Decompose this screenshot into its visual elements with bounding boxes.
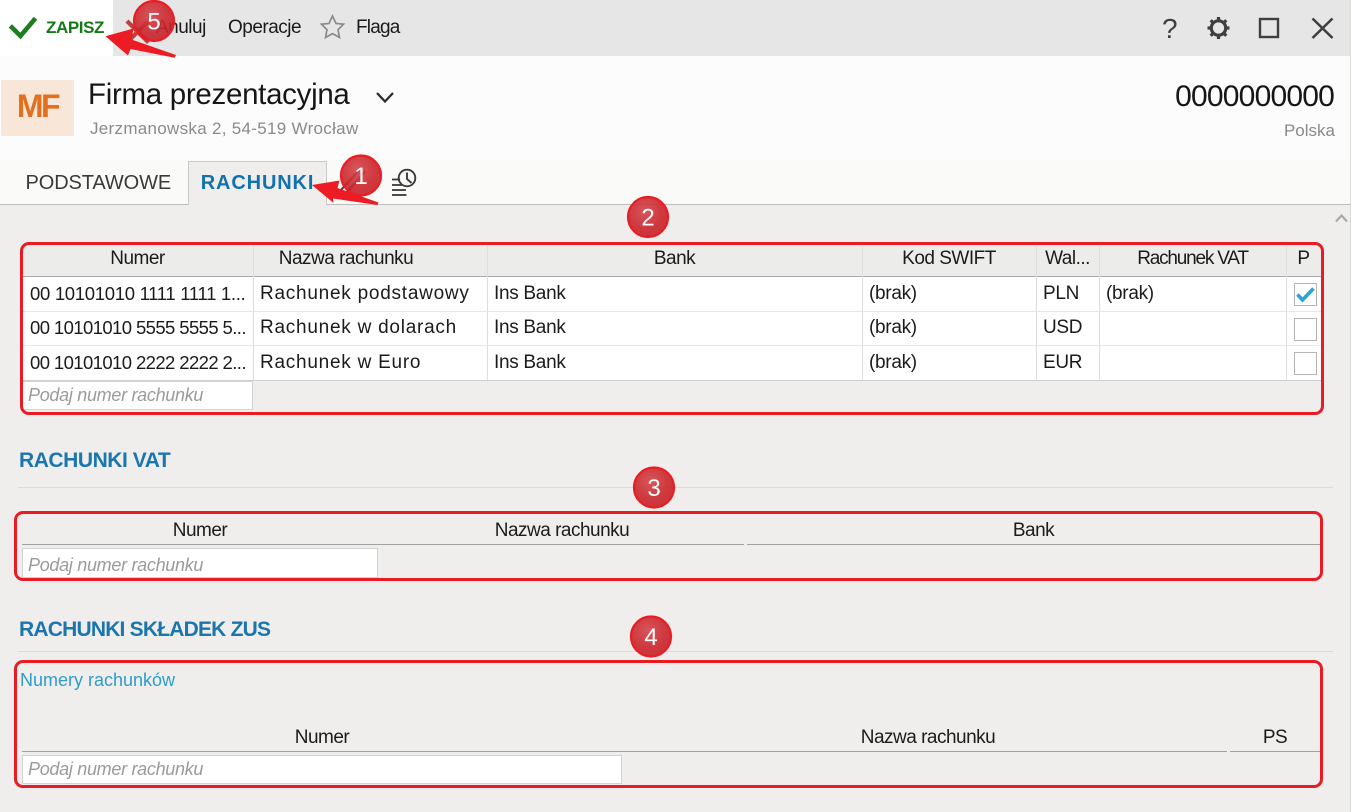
svg-text:3: 3 xyxy=(647,475,660,502)
svg-text:4: 4 xyxy=(644,624,657,651)
svg-text:2: 2 xyxy=(641,205,654,232)
svg-text:1: 1 xyxy=(354,163,367,190)
svg-text:5: 5 xyxy=(147,9,160,36)
